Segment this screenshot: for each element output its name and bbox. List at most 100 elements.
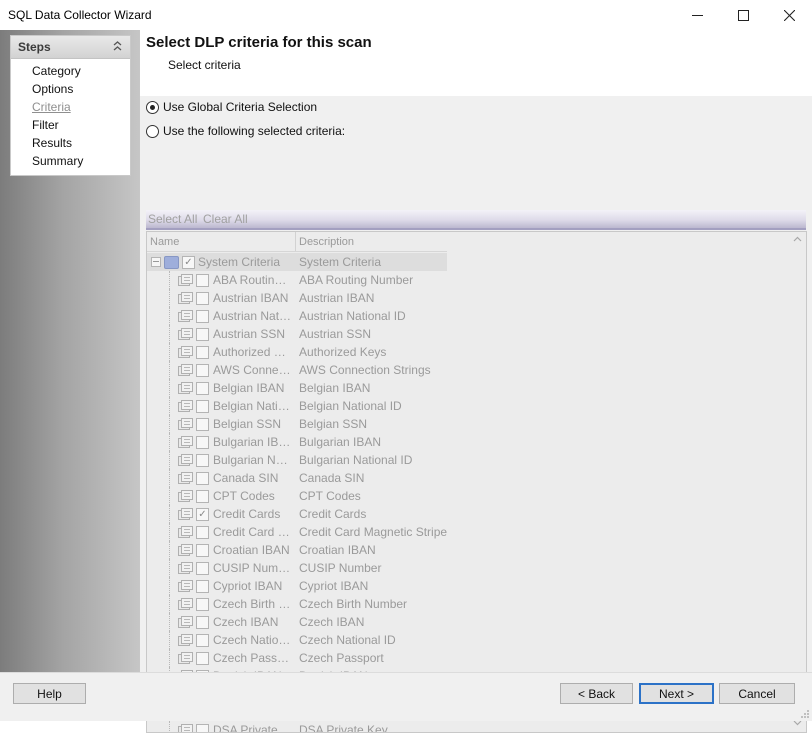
select-all-link[interactable]: Select All	[148, 212, 197, 226]
step-criteria[interactable]: Criteria	[32, 100, 71, 114]
cancel-button[interactable]: Cancel	[719, 683, 795, 704]
row-name: CUSIP Number	[213, 561, 293, 575]
table-row[interactable]: CUSIP Number CUSIP Number	[147, 559, 447, 577]
next-button[interactable]: Next >	[639, 683, 714, 704]
row-checkbox[interactable]	[196, 310, 209, 323]
step-summary[interactable]: Summary	[32, 154, 83, 168]
table-row[interactable]: Croatian IBAN Croatian IBAN	[147, 541, 447, 559]
criteria-icon	[178, 724, 193, 732]
table-row[interactable]: Austrian SSN Austrian SSN	[147, 325, 447, 343]
row-checkbox[interactable]	[196, 292, 209, 305]
column-header-description[interactable]: Description	[299, 236, 354, 248]
criteria-grid[interactable]: Name Description ✓ System Criteria Syste…	[146, 231, 807, 733]
collapse-toggle-icon[interactable]	[151, 257, 161, 267]
row-name: AWS Connection Strings	[213, 363, 293, 377]
row-checkbox[interactable]	[196, 616, 209, 629]
row-checkbox[interactable]	[196, 400, 209, 413]
table-row[interactable]: AWS Connection Strings AWS Connection Str…	[147, 361, 447, 379]
maximize-button[interactable]	[720, 0, 766, 30]
table-row[interactable]: Austrian IBAN Austrian IBAN	[147, 289, 447, 307]
root-name: System Criteria	[198, 255, 281, 269]
table-row[interactable]: Austrian National ID Austrian National ID	[147, 307, 447, 325]
row-description: ABA Routing Number	[299, 273, 414, 287]
root-checkbox[interactable]: ✓	[182, 256, 195, 269]
help-button[interactable]: Help	[13, 683, 86, 704]
back-button[interactable]: < Back	[560, 683, 633, 704]
scroll-up-icon[interactable]	[793, 236, 802, 242]
row-checkbox[interactable]	[196, 544, 209, 557]
global-criteria-radio[interactable]	[146, 100, 159, 114]
table-row[interactable]: DSA Private Key DSA Private Key	[147, 721, 447, 732]
row-description: Croatian IBAN	[299, 543, 376, 557]
vertical-scrollbar[interactable]	[789, 232, 806, 732]
table-row[interactable]: Czech IBAN Czech IBAN	[147, 613, 447, 631]
table-row[interactable]: Canada SIN Canada SIN	[147, 469, 447, 487]
collapse-chevron-icon[interactable]	[113, 40, 122, 52]
custom-criteria-radio[interactable]	[146, 124, 159, 138]
row-checkbox[interactable]	[196, 382, 209, 395]
close-window-button[interactable]	[766, 0, 812, 30]
table-row[interactable]: Authorized Keys Authorized Keys	[147, 343, 447, 361]
grid-root-row[interactable]: ✓ System Criteria System Criteria	[147, 253, 447, 271]
row-checkbox[interactable]	[196, 454, 209, 467]
row-checkbox[interactable]	[196, 562, 209, 575]
row-checkbox[interactable]	[196, 490, 209, 503]
row-checkbox[interactable]	[196, 580, 209, 593]
criteria-icon	[178, 598, 193, 610]
table-row[interactable]: Bulgarian National ID Bulgarian National …	[147, 451, 447, 469]
minimize-button[interactable]	[674, 0, 720, 30]
tree-line	[169, 379, 171, 397]
step-category[interactable]: Category	[32, 64, 81, 78]
row-checkbox[interactable]	[196, 472, 209, 485]
tree-line	[169, 523, 171, 541]
criteria-icon	[178, 562, 193, 574]
row-name: Authorized Keys	[213, 345, 293, 359]
table-row[interactable]: Czech Birth Number Czech Birth Number	[147, 595, 447, 613]
row-checkbox[interactable]	[196, 436, 209, 449]
row-checkbox[interactable]	[196, 652, 209, 665]
row-checkbox[interactable]	[196, 634, 209, 647]
resize-grip-icon[interactable]	[800, 709, 810, 719]
row-checkbox[interactable]	[196, 346, 209, 359]
column-header-name[interactable]: Name	[150, 236, 179, 248]
row-checkbox[interactable]	[196, 274, 209, 287]
row-description: AWS Connection Strings	[299, 363, 431, 377]
tree-line	[169, 289, 171, 307]
table-row[interactable]: Cypriot IBAN Cypriot IBAN	[147, 577, 447, 595]
row-checkbox[interactable]	[196, 328, 209, 341]
row-checkbox[interactable]: ✓	[196, 508, 209, 521]
table-row[interactable]: Czech National ID Czech National ID	[147, 631, 447, 649]
row-checkbox[interactable]	[196, 724, 209, 732]
row-name: Bulgarian National ID	[213, 453, 293, 467]
table-row[interactable]: Belgian SSN Belgian SSN	[147, 415, 447, 433]
table-row[interactable]: Bulgarian IBAN Bulgarian IBAN	[147, 433, 447, 451]
step-options[interactable]: Options	[32, 82, 73, 96]
content-area: Select DLP criteria for this scan Select…	[140, 30, 812, 733]
table-row[interactable]: ✓ Credit Cards Credit Cards	[147, 505, 447, 523]
custom-criteria-option[interactable]: Use the following selected criteria:	[146, 124, 345, 138]
row-checkbox[interactable]	[196, 364, 209, 377]
table-row[interactable]: Credit Card Magnetic Stripe Credit Card M…	[147, 523, 447, 541]
steps-header[interactable]: Steps	[11, 36, 130, 59]
tree-line	[169, 541, 171, 559]
step-filter[interactable]: Filter	[32, 118, 59, 132]
row-checkbox[interactable]	[196, 598, 209, 611]
tree-line	[169, 595, 171, 613]
tree-line	[169, 415, 171, 433]
table-row[interactable]: CPT Codes CPT Codes	[147, 487, 447, 505]
page-title: Select DLP criteria for this scan	[146, 34, 372, 51]
clear-all-link[interactable]: Clear All	[203, 212, 248, 226]
table-row[interactable]: Belgian National ID Belgian National ID	[147, 397, 447, 415]
row-description: Bulgarian IBAN	[299, 435, 382, 449]
table-row[interactable]: ABA Routing Number ABA Routing Number	[147, 271, 447, 289]
column-divider[interactable]	[295, 232, 296, 251]
row-checkbox[interactable]	[196, 418, 209, 431]
global-criteria-option[interactable]: Use Global Criteria Selection	[146, 100, 317, 114]
table-row[interactable]: Czech Passport Czech Passport	[147, 649, 447, 667]
step-results[interactable]: Results	[32, 136, 72, 150]
criteria-icon	[178, 436, 193, 448]
table-row[interactable]: Belgian IBAN Belgian IBAN	[147, 379, 447, 397]
criteria-icon	[178, 580, 193, 592]
row-checkbox[interactable]	[196, 526, 209, 539]
criteria-icon	[178, 472, 193, 484]
